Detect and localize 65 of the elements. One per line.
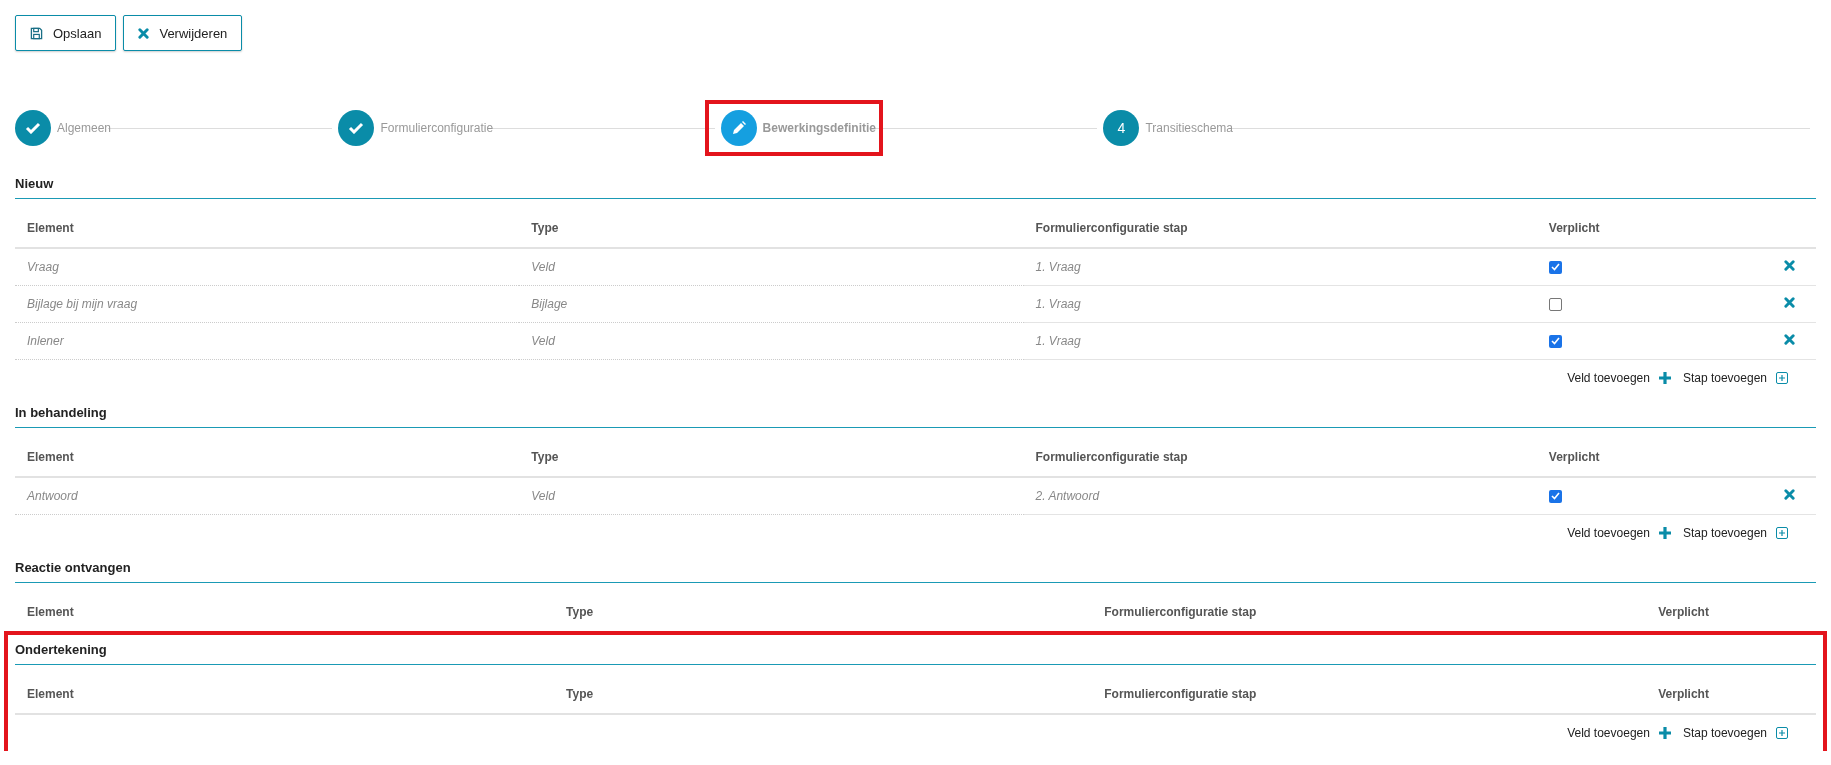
plus-square-icon — [1776, 727, 1788, 739]
save-button[interactable]: Opslaan — [15, 15, 117, 51]
table-cell: 1. Vraag — [1023, 322, 1537, 360]
section-title: Ondertekening — [15, 642, 1816, 665]
column-header: Formulierconfiguratie stap — [809, 675, 1552, 714]
column-header: Verplicht — [1536, 438, 1762, 477]
column-header: Formulierconfiguratie stap — [809, 593, 1552, 632]
step-number: 4 — [1103, 110, 1140, 146]
check-icon — [348, 122, 365, 134]
column-header: Formulierconfiguratie stap — [1023, 438, 1537, 477]
add-link[interactable]: Veld toevoegen — [1567, 371, 1671, 385]
column-header: Formulierconfiguratie stap — [1023, 209, 1537, 248]
add-link[interactable]: Veld toevoegen — [1567, 526, 1671, 540]
checkbox[interactable] — [1548, 297, 1562, 311]
add-link[interactable]: Stap toevoegen — [1682, 526, 1788, 540]
section-title: Nieuw — [15, 176, 1816, 199]
remove-icon[interactable] — [1783, 260, 1795, 271]
save-icon — [30, 26, 43, 40]
section-title: In behandeling — [15, 405, 1816, 428]
plus-square-icon — [1776, 372, 1788, 384]
table-cell: Veld — [519, 322, 1024, 360]
step-label: Formulierconfiguratie — [380, 121, 494, 135]
step-label: Algemeen — [57, 121, 112, 135]
remove-icon[interactable] — [1783, 334, 1795, 345]
plus-icon — [1658, 527, 1671, 539]
column-header: Element — [15, 209, 520, 248]
table-cell: Inlener — [15, 322, 520, 360]
checkbox[interactable] — [1548, 489, 1562, 503]
remove-icon[interactable] — [1783, 297, 1795, 308]
delete-button[interactable]: Verwijderen — [123, 15, 243, 51]
table-cell: Bijlage — [519, 285, 1024, 323]
column-header: Type — [519, 438, 1024, 477]
table-cell: Bijlage bij mijn vraag — [15, 285, 520, 323]
step-label: Transitieschema — [1145, 121, 1233, 135]
step-label: Bewerkingsdefinitie — [762, 121, 876, 135]
column-header: Element — [15, 675, 350, 714]
checkbox[interactable] — [1548, 260, 1562, 274]
column-header: Type — [350, 675, 810, 714]
plus-square-icon — [1776, 527, 1788, 539]
column-header: Element — [15, 593, 350, 632]
table-cell: Vraag — [15, 248, 520, 286]
table-cell: Antwoord — [15, 477, 520, 515]
checkbox[interactable] — [1548, 334, 1562, 348]
remove-icon[interactable] — [1783, 489, 1795, 500]
plus-icon — [1658, 727, 1671, 739]
column-header: Element — [15, 438, 520, 477]
plus-icon — [1658, 372, 1671, 384]
column-header: Verplicht — [1536, 209, 1762, 248]
add-link[interactable]: Veld toevoegen — [1567, 726, 1671, 740]
column-header: Type — [519, 209, 1024, 248]
table-cell: Veld — [519, 248, 1024, 286]
column-header: Verplicht — [1551, 593, 1816, 632]
column-header: Type — [350, 593, 810, 632]
add-link[interactable]: Stap toevoegen — [1682, 371, 1788, 385]
table-cell: 2. Antwoord — [1023, 477, 1537, 515]
close-icon — [138, 27, 150, 39]
column-header: Verplicht — [1551, 675, 1816, 714]
add-link[interactable]: Stap toevoegen — [1682, 726, 1788, 740]
table-cell: 1. Vraag — [1023, 248, 1537, 286]
table-cell: 1. Vraag — [1023, 285, 1537, 323]
check-icon — [25, 122, 41, 134]
table-cell: Veld — [519, 477, 1024, 515]
wizard-step[interactable]: 4 Transitieschema — [1087, 100, 1240, 156]
pencil-icon — [731, 121, 746, 135]
section-title: Reactie ontvangen — [15, 560, 1816, 583]
